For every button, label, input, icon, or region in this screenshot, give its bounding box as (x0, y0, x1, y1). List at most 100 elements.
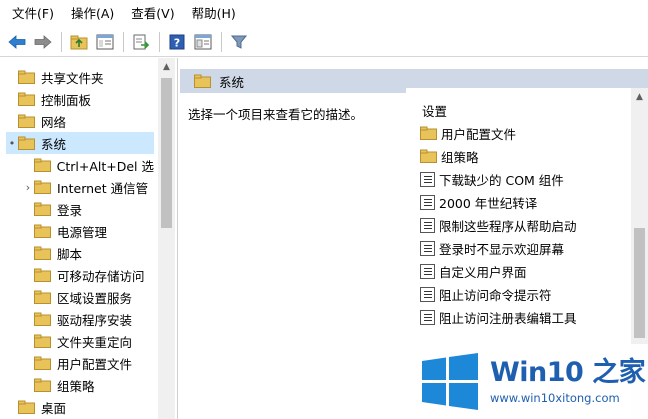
settings-item-label: 阻止访问注册表编辑工具 (439, 310, 577, 326)
settings-item-label: 用户配置文件 (441, 126, 517, 142)
settings-list-item[interactable]: 限制这些程序从帮助启动 (420, 214, 577, 236)
folder-icon (34, 312, 51, 326)
settings-list-item[interactable]: 下载缺少的 COM 组件 (420, 168, 564, 190)
settings-list-item[interactable]: 组策略 (420, 145, 479, 167)
settings-column-header[interactable]: 设置 (422, 101, 447, 120)
svg-text:?: ? (174, 37, 180, 50)
tree-item-label: Internet 通信管 (57, 180, 149, 196)
tree-item-label: 桌面 (41, 400, 67, 416)
tree-item[interactable]: 登录 (22, 198, 154, 220)
toolbar-separator (221, 32, 222, 52)
scrollbar-thumb[interactable] (634, 228, 645, 338)
tree-item[interactable]: 电源管理 (22, 220, 154, 242)
tree-item-label: 共享文件夹 (41, 70, 104, 86)
tree-item[interactable]: Ctrl+Alt+Del 选 (22, 154, 154, 176)
windows-logo-icon (418, 350, 482, 417)
tree-item[interactable]: 控制面板 (6, 88, 154, 110)
tree-item-label: 电源管理 (57, 224, 108, 240)
toolbar-separator (61, 32, 62, 52)
folder-icon (194, 74, 211, 88)
tree-expander (22, 352, 34, 374)
export-list-icon[interactable] (130, 31, 152, 53)
scroll-up-arrow-icon[interactable]: ▲ (158, 62, 175, 72)
tree-expander (22, 242, 34, 264)
settings-list-item[interactable]: 阻止访问命令提示符 (420, 283, 552, 305)
settings-list-item[interactable]: 阻止访问注册表编辑工具 (420, 306, 577, 328)
folder-icon (34, 378, 51, 392)
folder-icon (34, 180, 51, 194)
tree-item-label: 网络 (41, 114, 67, 130)
toolbar-separator (159, 32, 160, 52)
menu-action[interactable]: 操作(A) (65, 0, 125, 28)
policy-setting-icon (420, 194, 435, 210)
tree-expander (6, 66, 18, 88)
properties-icon[interactable] (192, 31, 214, 53)
policy-setting-icon (420, 240, 435, 256)
tree-item[interactable]: 网络 (6, 110, 154, 132)
folder-icon (34, 268, 51, 282)
tree-item[interactable]: 脚本 (22, 242, 154, 264)
policy-setting-icon (420, 171, 435, 187)
filter-icon[interactable] (228, 31, 250, 53)
folder-icon (34, 224, 51, 238)
tree-item[interactable]: 可移动存储访问 (22, 264, 154, 286)
tree-item[interactable]: 共享文件夹 (6, 66, 154, 88)
tree-item[interactable]: 驱动程序安装 (22, 308, 154, 330)
tree-item[interactable]: • 系统 (6, 132, 154, 154)
watermark-url: www.win10xitong.com (490, 391, 620, 405)
back-icon[interactable] (6, 31, 28, 53)
menu-file[interactable]: 文件(F) (6, 0, 65, 28)
tree-item[interactable]: 桌面 (6, 396, 154, 418)
toolbar: ? (0, 28, 648, 57)
navigation-tree: 共享文件夹控制面板网络 • 系统 Ctrl+Alt+Del 选 › Internet 通信… (0, 58, 178, 419)
tree-item[interactable]: 文件夹重定向 (22, 330, 154, 352)
folder-icon (34, 334, 51, 348)
folder-icon (420, 126, 437, 140)
folder-icon (34, 290, 51, 304)
settings-list-item[interactable]: 登录时不显示欢迎屏幕 (420, 237, 564, 259)
tree-item[interactable]: › Internet 通信管 (22, 176, 154, 198)
tree-item-label: 脚本 (57, 246, 83, 262)
tree-expander (22, 264, 34, 286)
tree-item-label: 组策略 (57, 378, 95, 394)
tree-scrollbar[interactable]: ▲ (158, 58, 175, 419)
tree-item-label: 系统 (41, 136, 67, 152)
tree-item[interactable]: 区域设置服务 (22, 286, 154, 308)
tree-expander (22, 330, 34, 352)
folder-icon (34, 356, 51, 370)
settings-list-item[interactable]: 自定义用户界面 (420, 260, 527, 282)
chevron-right-icon[interactable]: › (22, 176, 34, 198)
folder-icon (34, 202, 51, 216)
settings-item-label: 自定义用户界面 (439, 264, 527, 280)
menu-bar: 文件(F) 操作(A) 查看(V) 帮助(H) (0, 0, 648, 28)
description-text: 选择一个项目来查看它的描述。 (188, 107, 364, 122)
forward-icon[interactable] (32, 31, 54, 53)
folder-icon (34, 246, 51, 260)
help-icon[interactable]: ? (166, 31, 188, 53)
settings-list-item[interactable]: 2000 年世纪转译 (420, 191, 537, 213)
menu-view[interactable]: 查看(V) (125, 0, 185, 28)
settings-item-label: 组策略 (441, 149, 479, 165)
watermark: Win10 之家 www.win10xitong.com (412, 344, 648, 419)
folder-icon (18, 114, 35, 128)
tree-expander[interactable]: • (6, 132, 18, 154)
details-title: 系统 (219, 74, 245, 90)
policy-setting-icon (420, 286, 435, 302)
scrollbar-thumb[interactable] (161, 78, 172, 228)
settings-list-item[interactable]: 用户配置文件 (420, 122, 516, 144)
tree-expander (22, 374, 34, 396)
tree-expander (22, 198, 34, 220)
folder-icon (33, 158, 51, 172)
tree-item-label: 驱动程序安装 (57, 312, 133, 328)
tree-item[interactable]: 用户配置文件 (22, 352, 154, 374)
tree-expander (22, 154, 34, 176)
policy-setting-icon (420, 217, 435, 233)
tree-item-label: 文件夹重定向 (57, 334, 133, 350)
scroll-up-arrow-icon[interactable]: ▲ (631, 92, 648, 102)
up-folder-icon[interactable] (68, 31, 90, 53)
toolbar-separator (123, 32, 124, 52)
menu-help[interactable]: 帮助(H) (186, 0, 247, 28)
tree-item[interactable]: 组策略 (22, 374, 154, 396)
tree-expander (22, 308, 34, 330)
show-hide-tree-icon[interactable] (94, 31, 116, 53)
